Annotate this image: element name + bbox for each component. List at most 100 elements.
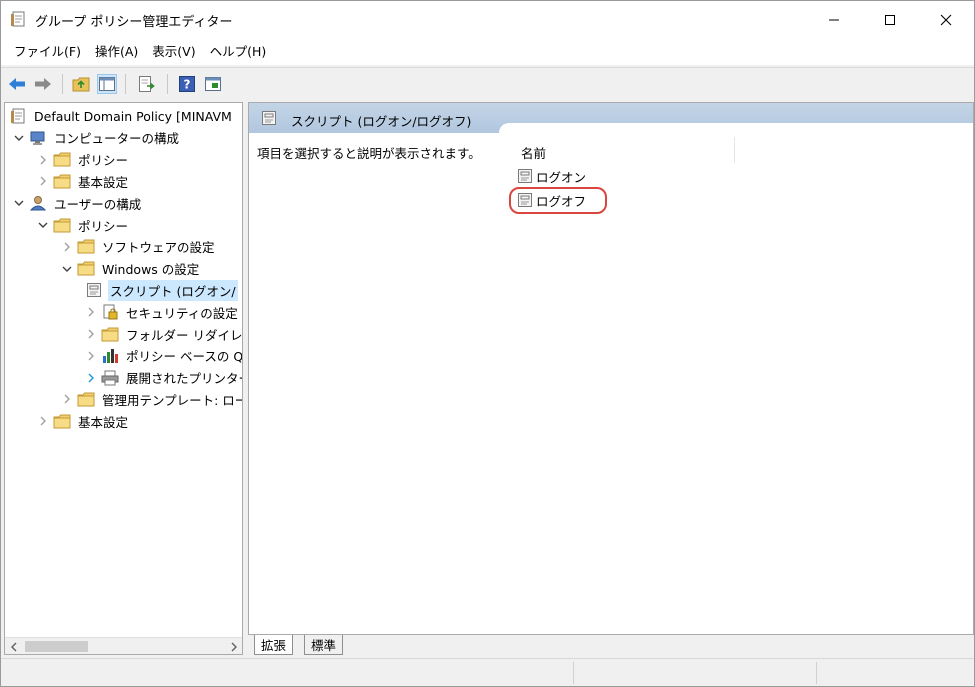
help-button[interactable]: ?	[177, 74, 197, 94]
scroll-left-button[interactable]	[5, 638, 22, 654]
properties-button[interactable]	[203, 74, 223, 94]
list-item-label: ログオン	[536, 169, 587, 185]
tree-item[interactable]: 基本設定	[37, 170, 130, 192]
column-divider[interactable]	[734, 137, 735, 163]
chevron-right-icon	[64, 394, 70, 404]
expand-toggle[interactable]	[37, 175, 49, 187]
tree-item-label: 基本設定	[78, 414, 129, 430]
computer-icon	[29, 130, 47, 146]
show-hide-tree-button[interactable]	[97, 74, 117, 94]
user-icon	[29, 195, 47, 211]
gpo-editor-app-icon	[11, 11, 27, 28]
expand-toggle[interactable]	[85, 328, 97, 340]
toolbar-separator	[62, 74, 63, 94]
chevron-right-icon	[88, 373, 94, 383]
description-text: 項目を選択すると説明が表示されます。	[257, 146, 481, 161]
export-list-button[interactable]	[137, 74, 157, 94]
folder-icon	[101, 326, 119, 342]
list-item-logon[interactable]: ログオン	[517, 165, 586, 187]
toolbar-separator	[167, 74, 168, 94]
forward-button[interactable]	[33, 74, 53, 94]
tab-extended[interactable]: 拡張	[254, 635, 294, 655]
tree-item[interactable]: 展開されたプリンター	[85, 367, 242, 389]
chevron-right-icon	[40, 416, 46, 426]
expand-toggle[interactable]	[61, 393, 73, 405]
arrow-right-icon	[35, 78, 51, 90]
tree-item-label: ソフトウェアの設定	[102, 240, 215, 256]
logoff-highlight-annotation	[509, 187, 607, 214]
folder-icon	[53, 152, 71, 168]
close-button[interactable]	[923, 1, 969, 39]
tree-item-label: 基本設定	[78, 174, 129, 190]
tree-item[interactable]: ポリシー	[37, 149, 130, 171]
details-pane: スクリプト (ログオン/ログオフ) 項目を選択すると説明が表示されます。 名前 …	[248, 102, 974, 635]
title-bar[interactable]: グループ ポリシー管理エディター	[1, 1, 974, 39]
expand-toggle[interactable]	[85, 350, 97, 362]
expand-toggle[interactable]	[13, 132, 25, 144]
tree-item-label: ユーザーの構成	[54, 196, 142, 212]
tree-item-label: スクリプト (ログオン/	[108, 279, 238, 301]
tree-horizontal-scrollbar[interactable]	[5, 637, 242, 654]
help-icon: ?	[179, 76, 195, 92]
scroll-thumb[interactable]	[25, 641, 88, 652]
expand-toggle[interactable]	[37, 154, 49, 166]
minimize-button[interactable]	[811, 1, 857, 39]
folder-icon	[53, 217, 71, 233]
tree-item[interactable]: セキュリティの設定	[85, 301, 240, 323]
chevron-right-icon	[88, 351, 94, 361]
tree-item[interactable]: Windows の設定	[61, 258, 201, 280]
tree-item-label: Default Domain Policy [MINAVM	[34, 108, 232, 124]
up-folder-button[interactable]	[71, 74, 91, 94]
tree-item[interactable]: Default Domain Policy [MINAVM	[9, 105, 234, 127]
chart-icon	[101, 348, 119, 364]
expand-toggle[interactable]	[13, 197, 25, 209]
chevron-down-icon	[14, 200, 24, 207]
folder-up-icon	[72, 77, 90, 92]
policy-doc-icon	[9, 108, 27, 124]
tree-item[interactable]: ユーザーの構成	[13, 192, 143, 214]
toolbar-separator	[125, 74, 126, 94]
expand-toggle[interactable]	[85, 372, 97, 384]
expand-toggle[interactable]	[37, 415, 49, 427]
tree-item-label: ポリシー	[78, 153, 129, 169]
tree-item[interactable]: フォルダー リダイレク	[85, 323, 243, 345]
folder-icon	[77, 239, 95, 255]
expand-toggle[interactable]	[85, 306, 97, 318]
scroll-right-button[interactable]	[225, 638, 242, 654]
column-header-name[interactable]: 名前	[521, 143, 546, 162]
menu-file[interactable]: ファイル(F)	[7, 42, 88, 62]
chevron-down-icon	[62, 266, 72, 272]
folder-icon	[53, 413, 71, 429]
back-button[interactable]	[7, 74, 27, 94]
maximize-button[interactable]	[867, 1, 913, 39]
menu-view[interactable]: 表示(V)	[145, 42, 202, 62]
expand-toggle[interactable]	[61, 241, 73, 253]
console-tree[interactable]: Default Domain Policy [MINAVM コンピューターの構成ポ…	[4, 102, 243, 655]
chevron-right-icon	[231, 642, 237, 651]
properties-icon	[205, 77, 221, 91]
tree-item[interactable]: スクリプト (ログオン/	[85, 279, 238, 301]
tab-standard[interactable]: 標準	[304, 635, 344, 655]
chevron-right-icon	[40, 155, 46, 165]
tree-item[interactable]: 管理用テンプレート: ロー	[61, 388, 242, 410]
chevron-right-icon	[64, 242, 70, 252]
tree-item[interactable]: ポリシー ベースの Q	[85, 345, 242, 367]
tree-item[interactable]: 基本設定	[37, 410, 130, 432]
folder-icon	[77, 261, 95, 277]
menu-action[interactable]: 操作(A)	[88, 42, 145, 62]
expand-toggle[interactable]	[61, 263, 73, 275]
folder-icon	[77, 391, 95, 407]
chevron-down-icon	[38, 222, 48, 228]
tree-item[interactable]: ポリシー	[37, 214, 130, 236]
tree-item[interactable]: ソフトウェアの設定	[61, 236, 217, 258]
tree-item-label: コンピューターの構成	[54, 131, 180, 147]
chevron-down-icon	[14, 135, 24, 141]
toolbar: ?	[1, 67, 974, 99]
expand-toggle[interactable]	[37, 219, 49, 231]
script-icon	[261, 110, 277, 129]
tree-item-label: フォルダー リダイレク	[126, 327, 243, 343]
svg-text:?: ?	[184, 78, 191, 92]
script-icon	[517, 168, 533, 184]
tree-item[interactable]: コンピューターの構成	[13, 127, 181, 149]
menu-help[interactable]: ヘルプ(H)	[203, 42, 274, 62]
